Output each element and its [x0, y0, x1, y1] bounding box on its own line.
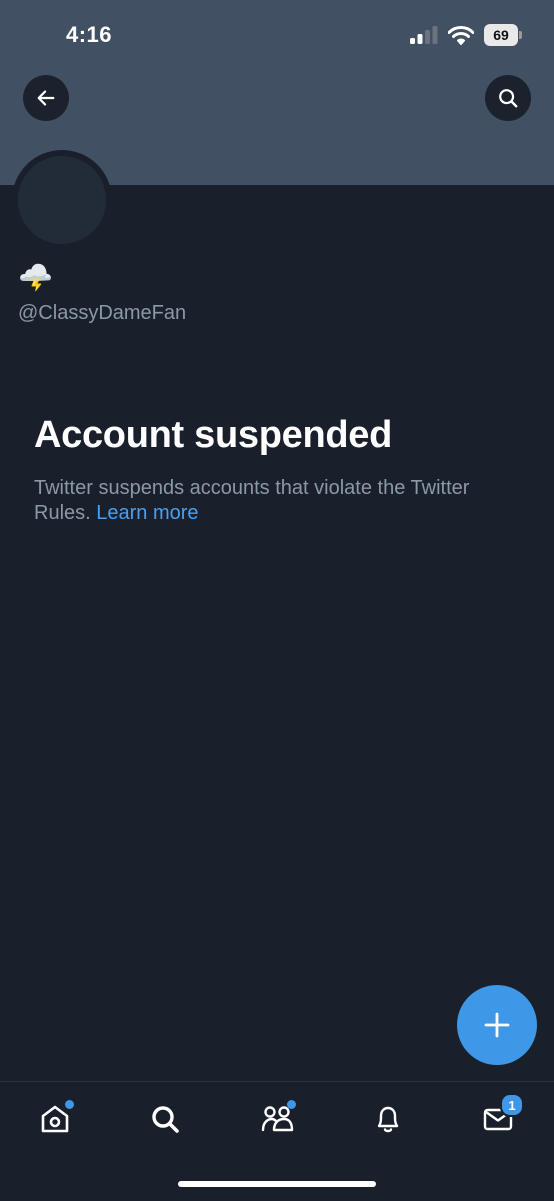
cellular-signal-icon: [410, 26, 438, 44]
home-notification-dot: [65, 1100, 74, 1109]
communities-notification-dot: [287, 1100, 296, 1109]
avatar-placeholder: [18, 156, 106, 244]
bell-icon: [377, 1106, 399, 1133]
search-icon: [152, 1106, 179, 1133]
battery-level: 69: [493, 27, 509, 43]
search-button[interactable]: [485, 75, 531, 121]
messages-count-badge: 1: [500, 1093, 524, 1117]
home-indicator[interactable]: [178, 1181, 376, 1187]
battery-indicator: 69: [484, 24, 522, 46]
learn-more-link[interactable]: Learn more: [96, 502, 198, 524]
user-handle: @ClassyDameFan: [18, 302, 187, 324]
suspension-message-block: Twitter suspends accounts that violate t…: [34, 476, 524, 526]
display-name: 🌩️: [18, 262, 53, 293]
tab-notifications[interactable]: [368, 1099, 408, 1139]
suspension-title: Account suspended: [34, 414, 393, 456]
tab-search[interactable]: [145, 1099, 185, 1139]
status-time: 4:16: [66, 22, 113, 47]
wifi-icon: [448, 26, 474, 45]
status-icons: 69: [410, 24, 522, 46]
search-icon: [499, 89, 518, 108]
tab-communities[interactable]: [257, 1099, 297, 1139]
status-bar: 4:16 69: [0, 0, 554, 70]
tab-home[interactable]: [35, 1099, 75, 1139]
back-button[interactable]: [23, 75, 69, 121]
tab-messages[interactable]: 1: [478, 1093, 524, 1139]
plus-icon: [484, 1012, 510, 1038]
compose-button[interactable]: [457, 985, 537, 1065]
avatar[interactable]: [12, 150, 112, 250]
arrow-left-icon: [37, 90, 55, 106]
